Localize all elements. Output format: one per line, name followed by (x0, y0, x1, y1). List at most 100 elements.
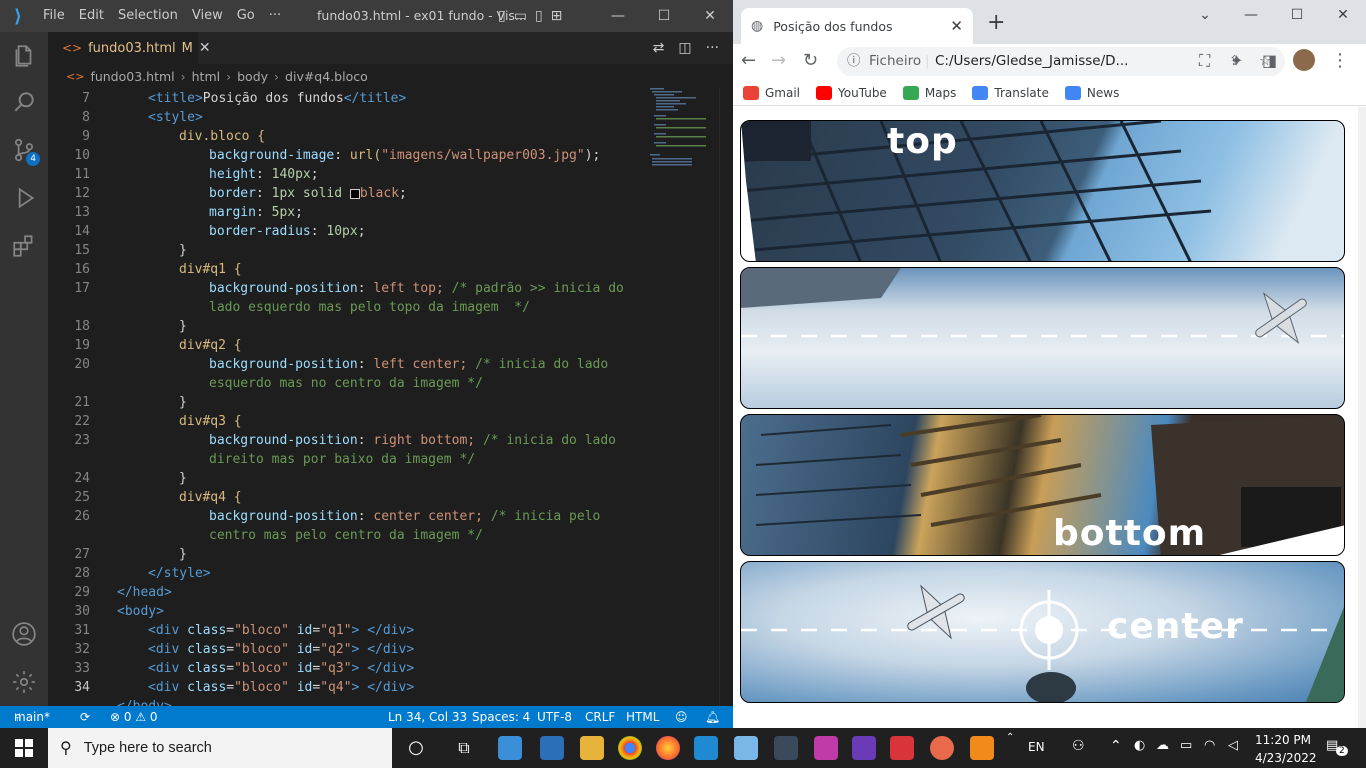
tab-close-icon[interactable]: ✕ (199, 40, 211, 56)
sync-icon[interactable]: ⟳ (80, 706, 90, 728)
code-line[interactable]: <style> (48, 108, 648, 127)
screenshot-icon[interactable]: ⛶ (1199, 44, 1210, 78)
code-line[interactable]: background-image: url("imagens/wallpaper… (48, 146, 648, 165)
cursor-position[interactable]: Ln 34, Col 33 (388, 706, 467, 728)
address-bar[interactable]: ⓘ Ficheiro | C:/Users/Gledse_Jamisse/D..… (837, 47, 1285, 76)
search-icon[interactable] (0, 78, 48, 126)
code-line[interactable]: } (48, 545, 648, 564)
customize-layout-icon[interactable]: ⊞ (551, 0, 563, 32)
taskbar-app-icon[interactable] (540, 736, 564, 760)
language-mode[interactable]: HTML (626, 706, 659, 728)
code-line[interactable]: lado esquerdo mas pelo topo da imagem */ (48, 298, 648, 317)
cortana-icon[interactable]: ○ (404, 736, 428, 760)
eol-status[interactable]: CRLF (585, 706, 615, 728)
code-line[interactable]: border-radius: 10px; (48, 222, 648, 241)
chrome-menu-icon[interactable]: ⋮ (1331, 44, 1349, 78)
taskbar-search-box[interactable]: ⚲ Type here to search (48, 728, 392, 768)
windows-start-icon[interactable] (0, 728, 48, 768)
encoding-status[interactable]: UTF-8 (537, 706, 572, 728)
bookmark-youtube[interactable]: YouTube (816, 85, 887, 100)
clock-date[interactable]: 4/23/2022 (1255, 750, 1317, 766)
split-editor-icon[interactable]: ◫ (678, 32, 691, 64)
minimap[interactable] (648, 88, 718, 168)
language-indicator[interactable]: EN (1028, 740, 1045, 754)
bookmark-gmail[interactable]: Gmail (743, 85, 800, 100)
bookmark-translate[interactable]: Translate (972, 85, 1049, 100)
code-line[interactable]: margin: 5px; (48, 203, 648, 222)
code-line[interactable]: direito mas por baixo da imagem */ (48, 450, 648, 469)
wifi-icon[interactable]: ◠ (1204, 738, 1215, 753)
url-text[interactable]: C:/Users/Gledse_Jamisse/D... (935, 47, 1128, 76)
code-line[interactable]: } (48, 469, 648, 488)
tray-app-icon[interactable]: ◐ (1134, 738, 1145, 753)
breadcrumb-body[interactable]: body (237, 69, 268, 84)
visual-studio-icon[interactable] (852, 736, 876, 760)
people-icon[interactable]: ⚇ (1072, 738, 1085, 754)
onedrive-icon[interactable]: ☁ (1156, 738, 1169, 753)
close-icon[interactable]: ✕ (687, 0, 733, 32)
bookmark-news[interactable]: News (1064, 85, 1119, 100)
toggle-panel-icon[interactable]: ▭ (514, 0, 527, 32)
code-line[interactable]: height: 140px; (48, 165, 648, 184)
side-panel-icon[interactable]: ◨ (1262, 44, 1277, 78)
firefox-icon[interactable] (656, 736, 680, 760)
indentation-status[interactable]: Spaces: 4 (472, 706, 530, 728)
bookmark-maps[interactable]: Maps (902, 85, 956, 100)
code-line[interactable]: <title>Posição dos fundos</title> (48, 89, 648, 108)
open-changes-icon[interactable]: ⇄ (653, 32, 665, 64)
code-line[interactable]: } (48, 317, 648, 336)
task-view-icon[interactable]: ⧉ (452, 736, 476, 760)
info-icon[interactable]: ⓘ (847, 47, 861, 76)
chrome-icon[interactable] (618, 736, 642, 760)
run-debug-icon[interactable] (0, 174, 48, 222)
new-tab-icon[interactable]: + (987, 12, 1005, 34)
code-line[interactable]: <div class="bloco" id="q3"> </div> (48, 659, 648, 678)
reload-icon[interactable]: ↻ (803, 44, 818, 78)
battery-icon[interactable]: ▭ (1180, 738, 1192, 753)
menu-selection[interactable]: Selection (111, 0, 185, 32)
taskbar-app-icon[interactable] (734, 736, 758, 760)
code-line[interactable]: </body> (48, 697, 648, 706)
color-swatch-icon[interactable] (349, 188, 360, 199)
maximize-icon[interactable]: ☐ (641, 0, 687, 32)
editor-scrollbar[interactable] (719, 88, 733, 706)
profile-avatar[interactable] (1293, 49, 1315, 71)
more-actions-icon[interactable]: ··· (706, 32, 719, 64)
tab-fundo03[interactable]: <> fundo03.html M ✕ (48, 32, 211, 64)
volume-icon[interactable]: ◁ (1228, 738, 1238, 753)
forward-icon[interactable]: → (771, 44, 786, 78)
code-line[interactable]: div#q2 { (48, 336, 648, 355)
code-line[interactable]: div#q3 { (48, 412, 648, 431)
show-hidden-icons-icon[interactable]: ⌃ (1110, 738, 1122, 754)
restore-icon[interactable]: ☐ (1274, 0, 1320, 30)
tab-close-icon[interactable]: ✕ (950, 17, 963, 35)
code-line[interactable]: background-position: center center; /* i… (48, 507, 648, 526)
toggle-sidebar-icon[interactable]: ▯ (498, 0, 506, 32)
breadcrumb-file[interactable]: fundo03.html (90, 69, 174, 84)
code-line[interactable]: <body> (48, 602, 648, 621)
breadcrumb-div[interactable]: div#q4.bloco (285, 69, 368, 84)
menu-view[interactable]: View (185, 0, 230, 32)
taskbar-app-icon[interactable] (774, 736, 798, 760)
code-line[interactable]: </head> (48, 583, 648, 602)
code-line[interactable]: background-position: left center; /* ini… (48, 355, 648, 374)
code-line[interactable]: <div class="bloco" id="q2"> </div> (48, 640, 648, 659)
code-line[interactable]: } (48, 393, 648, 412)
code-line[interactable]: div#q1 { (48, 260, 648, 279)
scroll-up-icon[interactable]: ⌃ (1006, 732, 1014, 743)
code-line[interactable]: div.bloco { (48, 127, 648, 146)
problems-status[interactable]: ⊗ 0 ⚠ 0 (110, 706, 158, 728)
code-line[interactable]: <div class="bloco" id="q4"> </div> (48, 678, 648, 697)
tab-search-icon[interactable]: ⌄ (1182, 0, 1228, 30)
taskbar-app-icon[interactable] (890, 736, 914, 760)
close-icon[interactable]: ✕ (1320, 0, 1366, 30)
code-editor[interactable]: 7 8 9 10 11 12 13 14 15 16 17 18 19 20 21 22 23 24 25 26 27 2… (48, 88, 733, 706)
taskbar-app-icon[interactable] (814, 736, 838, 760)
code-line[interactable]: } (48, 241, 648, 260)
taskbar-app-icon[interactable] (970, 736, 994, 760)
menu-go[interactable]: Go (230, 0, 262, 32)
source-control-icon[interactable]: 4 (0, 126, 48, 174)
code-line[interactable]: border: 1px solid black; (48, 184, 648, 203)
file-explorer-icon[interactable] (580, 736, 604, 760)
breadcrumb-html[interactable]: html (192, 69, 220, 84)
